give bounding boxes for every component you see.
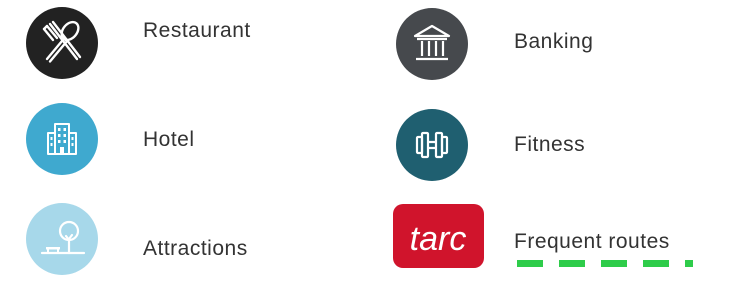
legend-label: Banking	[514, 30, 594, 53]
legend-label: Attractions	[143, 237, 248, 260]
hotel-building-icon	[26, 103, 98, 175]
bank-icon	[396, 8, 468, 80]
dumbbell-icon	[396, 109, 468, 181]
legend-label: Restaurant	[143, 19, 251, 42]
legend-label: Fitness	[514, 133, 586, 156]
tree-bench-icon	[26, 203, 98, 275]
tarc-logo: tarc	[393, 204, 484, 268]
fork-spoon-icon	[26, 7, 98, 79]
legend-label: Hotel	[143, 128, 195, 151]
legend-label: Frequent routes	[514, 230, 670, 253]
map-legend: Restaurant Banking Hotel Fitness Attract…	[0, 0, 732, 283]
frequent-route-line	[517, 260, 693, 267]
tarc-logo-text: tarc	[410, 220, 467, 258]
